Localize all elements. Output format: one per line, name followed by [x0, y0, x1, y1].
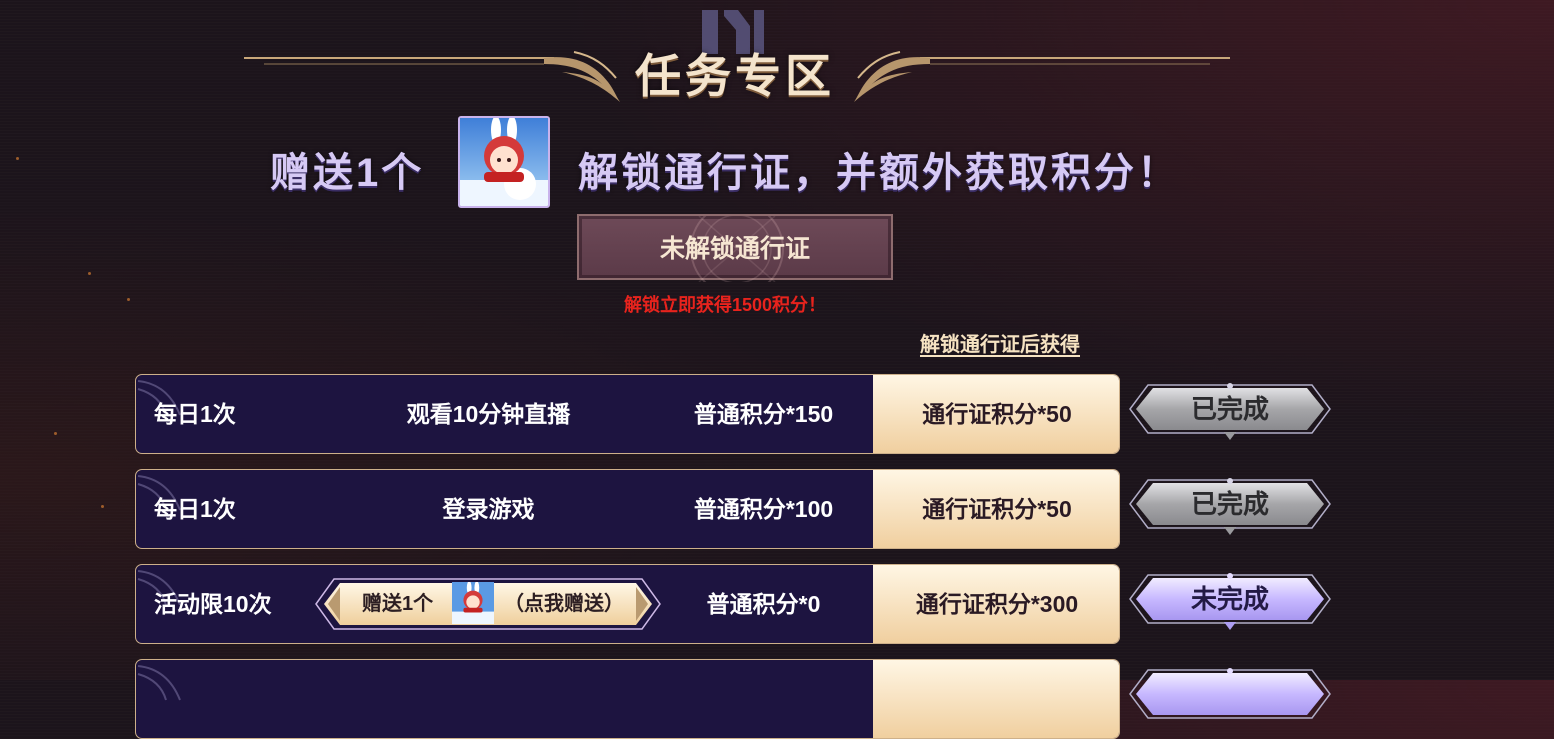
page-title: 任务专区 — [635, 50, 835, 102]
task-frequency: 活动限10次 — [154, 591, 272, 617]
gift-send-button[interactable]: 赠送1个 （点我赠送） — [314, 577, 662, 631]
task-status-label: 未完成 — [1190, 584, 1269, 614]
task-pass-points — [873, 660, 1119, 738]
ember-particle — [54, 432, 57, 435]
task-normal-points: 普通积分*150 — [693, 401, 834, 427]
task-pass-points: 通行证积分*50 — [873, 470, 1119, 548]
ember-particle — [88, 272, 91, 275]
title-wing-left-icon — [244, 51, 620, 102]
task-row: 每日1次 观看10分钟直播 普通积分*150 通行证积分*50 — [135, 374, 1120, 454]
snow-bunny-girl-avatar-icon — [458, 116, 550, 208]
pass-rewards-column-header[interactable]: 解锁通行证后获得 — [880, 328, 1120, 357]
task-status-button[interactable] — [1126, 667, 1334, 729]
task-row — [135, 659, 1120, 739]
task-row: 每日1次 登录游戏 普通积分*100 通行证积分*50 — [135, 469, 1120, 549]
unlock-bonus-note: 解锁立即获得1500积分！ — [623, 295, 827, 315]
task-frequency: 每日1次 — [154, 496, 236, 522]
snow-bunny-girl-avatar-icon — [452, 582, 494, 624]
title-wing-right-icon — [854, 51, 1230, 102]
pass-status-badge: 未解锁通行证 — [577, 214, 893, 282]
task-status-button[interactable]: 已完成 — [1126, 382, 1334, 444]
gift-button-suffix: （点我赠送） — [504, 593, 624, 615]
subtitle-banner: 赠送1个 解锁通行证，并额外获取积分！ — [0, 114, 1554, 210]
subtitle-prefix: 赠送1个 — [270, 151, 425, 195]
task-status-button[interactable]: 未完成 — [1126, 572, 1334, 634]
subtitle-suffix: 解锁通行证，并额外获取积分！ — [578, 151, 1180, 195]
task-description: 观看10分钟直播 — [406, 401, 571, 427]
task-status-button[interactable]: 已完成 — [1126, 477, 1334, 539]
task-normal-points: 普通积分*0 — [706, 591, 821, 617]
task-normal-points: 普通积分*100 — [693, 496, 834, 522]
task-row: 活动限10次 赠送1个 （点我赠送） 普通积分*0 通行证积分*300 — [135, 564, 1120, 644]
task-pass-points: 通行证积分*300 — [873, 565, 1119, 643]
task-description: 登录游戏 — [442, 496, 535, 522]
ember-particle — [101, 505, 104, 508]
ember-particle — [127, 298, 130, 301]
task-frequency: 每日1次 — [154, 401, 236, 427]
row-swirl-ornament-icon — [137, 665, 181, 701]
task-status-label: 已完成 — [1190, 394, 1269, 424]
pass-status-label: 未解锁通行证 — [659, 235, 810, 263]
task-status-label: 已完成 — [1190, 489, 1269, 519]
gift-button-prefix: 赠送1个 — [362, 593, 434, 615]
task-pass-points: 通行证积分*50 — [873, 375, 1119, 453]
